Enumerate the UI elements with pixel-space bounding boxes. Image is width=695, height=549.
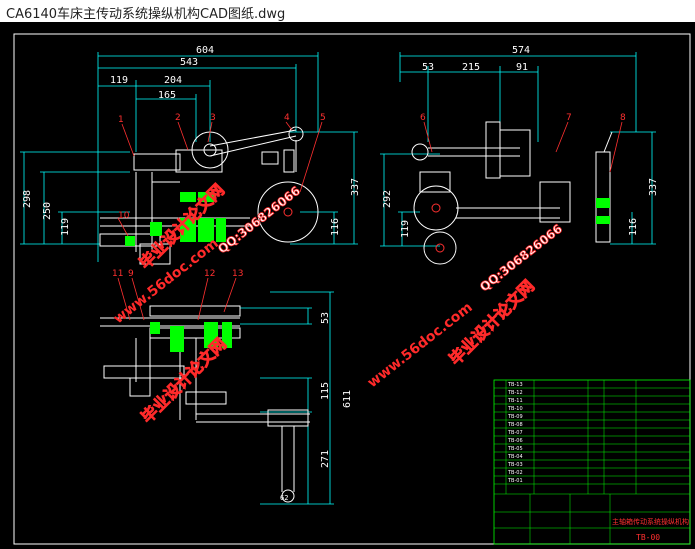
dim-574: 574	[512, 45, 530, 56]
part-label-5: 5	[320, 113, 326, 123]
cad-drawing-canvas[interactable]: 604 543 119 204 165 298 250 119 337 116	[0, 22, 695, 549]
part-label-12: 12	[204, 269, 215, 279]
dim-119-left: 119	[60, 218, 71, 236]
dim-204: 204	[164, 75, 182, 86]
drawing-frame	[13, 33, 691, 545]
title-block-drawing-no: TB-00	[636, 533, 660, 542]
dim-215: 215	[462, 62, 480, 73]
dim-53: 53	[422, 62, 434, 73]
dim-53-bottom: 53	[320, 312, 331, 324]
part-label-8: 8	[620, 113, 626, 123]
tb-row-11: TB-11	[507, 398, 523, 404]
part-label-1: 1	[118, 115, 124, 125]
title-block-name: 主轴箱传动系统操纵机构	[612, 517, 689, 526]
title-block: TB-13 TB-12 TB-11 TB-10 TB-09 TB-08 TB-0…	[493, 379, 691, 545]
window-titlebar: CA6140车床主传动系统操纵机构CAD图纸.dwg	[0, 0, 695, 23]
dim-337-side: 337	[648, 178, 659, 196]
tb-row-09: TB-09	[507, 414, 523, 420]
side-view: 574 53 215 91 292 119 337 116 6 7 8	[380, 45, 659, 265]
tb-row-04: TB-04	[507, 454, 523, 460]
dim-119-side: 119	[400, 220, 411, 238]
dim-271: 271	[320, 450, 331, 468]
tb-row-08: TB-08	[507, 422, 523, 428]
tb-row-10: TB-10	[507, 406, 523, 412]
watermarks: www.56doc.com 毕业设计论文网 QQ:306826066 毕业设计论…	[111, 180, 566, 427]
dim-116-side: 116	[628, 218, 639, 236]
dim-337: 337	[350, 178, 361, 196]
part-label-10: 10	[118, 211, 130, 221]
watermark-qq-1: QQ:306826066	[215, 184, 303, 257]
dim-298: 298	[22, 190, 33, 208]
part-label-6: 6	[420, 113, 426, 123]
tb-row-02: TB-02	[507, 470, 523, 476]
window-title: CA6140车床主传动系统操纵机构CAD图纸.dwg	[6, 7, 286, 22]
dim-116: 116	[330, 218, 341, 236]
dim-611: 611	[342, 390, 353, 408]
tb-row-01: TB-01	[507, 478, 523, 484]
part-label-11: 11	[112, 269, 123, 279]
part-label-13: 13	[232, 269, 243, 279]
part-label-7: 7	[566, 113, 572, 123]
tb-row-03: TB-03	[507, 462, 523, 468]
tb-row-13: TB-13	[507, 382, 523, 388]
dim-292: 292	[382, 190, 393, 208]
cad-drawing: 604 543 119 204 165 298 250 119 337 116	[13, 33, 691, 545]
dim-165: 165	[158, 90, 176, 101]
bottom-circle-label: 62	[280, 494, 288, 502]
dim-543: 543	[180, 57, 198, 68]
dim-91: 91	[516, 62, 528, 73]
dim-119: 119	[110, 75, 128, 86]
part-label-2: 2	[175, 113, 181, 123]
tb-row-12: TB-12	[507, 390, 523, 396]
tb-row-06: TB-06	[507, 438, 523, 444]
part-label-4: 4	[284, 113, 290, 123]
tb-row-05: TB-05	[507, 446, 523, 452]
dim-115: 115	[320, 382, 331, 400]
dim-250: 250	[42, 202, 53, 220]
part-label-3: 3	[210, 113, 216, 123]
tb-row-07: TB-07	[507, 430, 523, 436]
part-label-9: 9	[128, 269, 134, 279]
dim-604: 604	[196, 45, 214, 56]
